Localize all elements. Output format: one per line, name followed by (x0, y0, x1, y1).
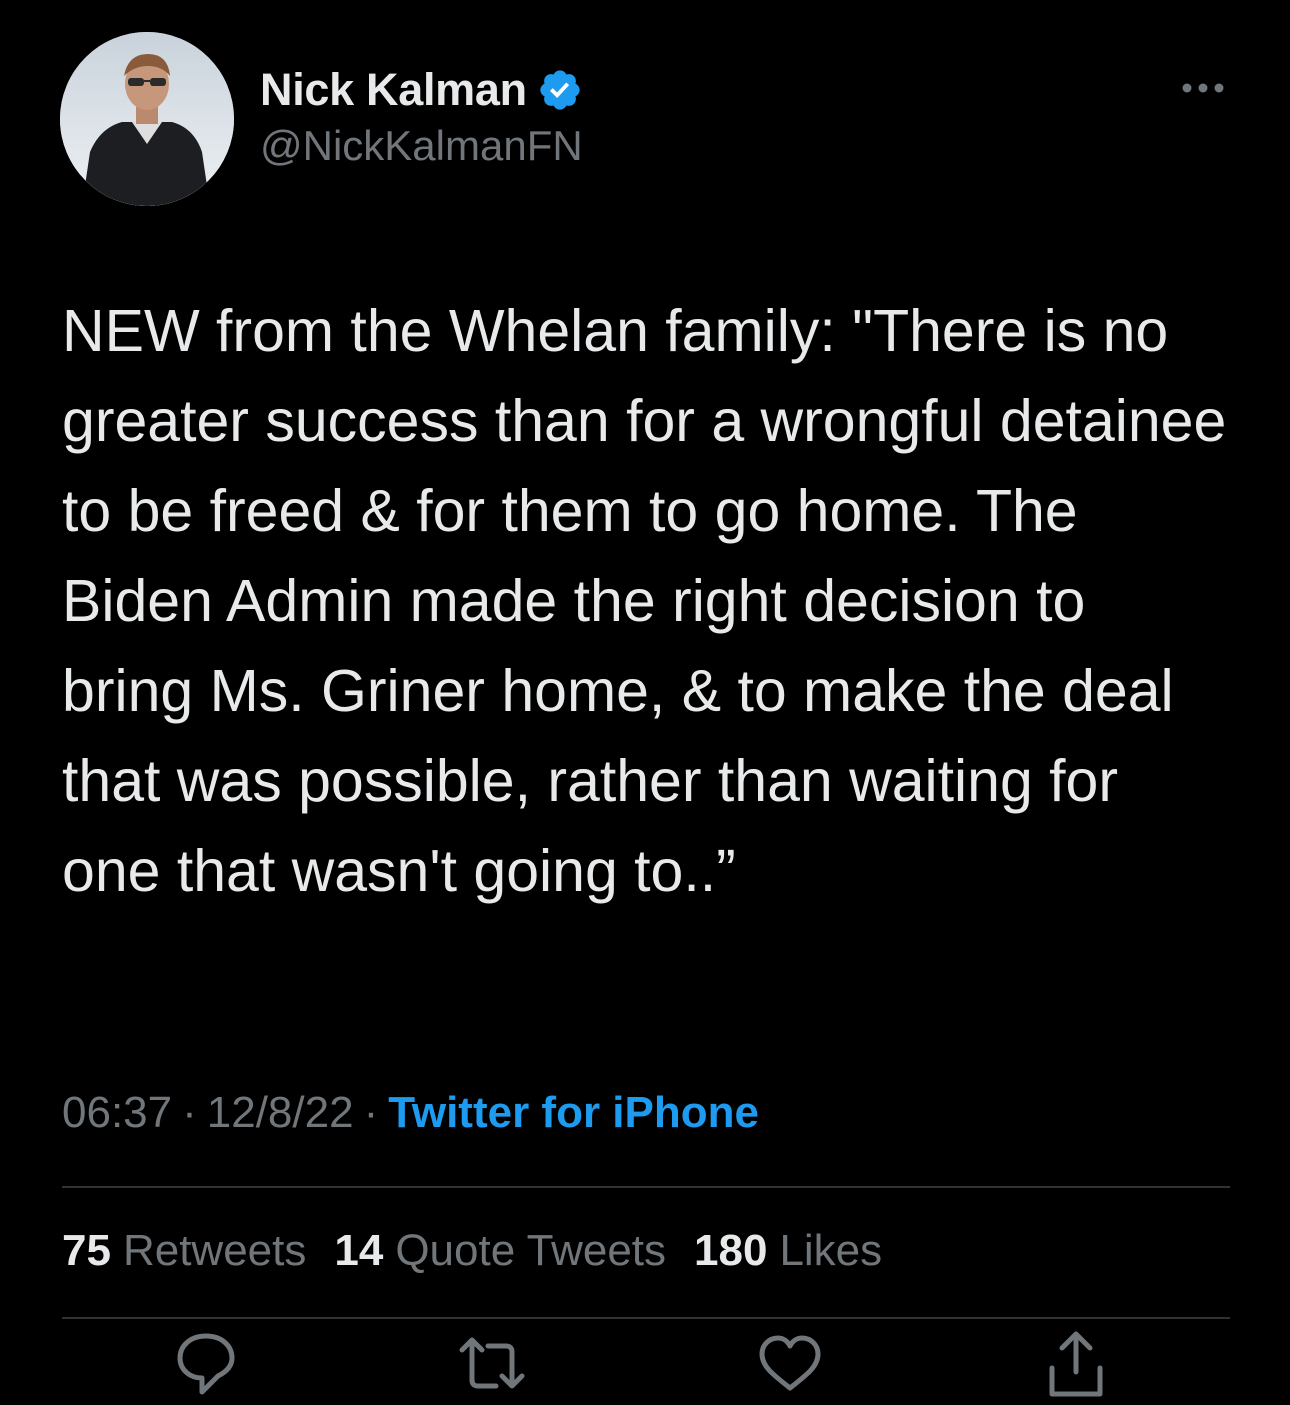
retweets-count: 75 (62, 1226, 111, 1275)
tweet-source-link[interactable]: Twitter for iPhone (388, 1088, 759, 1137)
quote-tweets-label: Quote Tweets (395, 1226, 667, 1275)
share-button[interactable] (1036, 1328, 1116, 1405)
meta-separator: · (363, 1088, 379, 1137)
author-name-row[interactable]: Nick Kalman (260, 62, 583, 118)
tweet-time[interactable]: 06:37 (62, 1088, 172, 1137)
divider (62, 1317, 1230, 1319)
likes-stat[interactable]: 180 Likes (694, 1226, 882, 1276)
engagement-stats: 75 Retweets 14 Quote Tweets 180 Likes (62, 1226, 910, 1276)
reply-icon (177, 1333, 235, 1395)
verified-badge-icon (537, 67, 583, 113)
retweet-icon (459, 1337, 525, 1389)
author-name[interactable]: Nick Kalman (260, 64, 527, 116)
meta-separator: · (182, 1088, 197, 1137)
tweet-meta: 06:37 · 12/8/22 · Twitter for iPhone (62, 1088, 759, 1138)
tweet-detail: Nick Kalman @NickKalmanFN NEW from the W… (0, 0, 1290, 1405)
avatar[interactable] (60, 32, 234, 206)
like-icon (759, 1335, 821, 1391)
likes-count: 180 (694, 1226, 768, 1275)
reply-button[interactable] (166, 1328, 246, 1405)
author-handle[interactable]: @NickKalmanFN (260, 122, 583, 170)
likes-label: Likes (779, 1226, 883, 1275)
retweets-stat[interactable]: 75 Retweets (62, 1226, 306, 1276)
retweets-label: Retweets (122, 1226, 307, 1275)
more-options-icon[interactable] (1180, 76, 1226, 100)
divider (62, 1186, 1230, 1188)
quote-tweets-count: 14 (334, 1226, 384, 1275)
share-icon (1049, 1331, 1103, 1397)
tweet-date[interactable]: 12/8/22 (207, 1088, 354, 1137)
avatar-photo (60, 32, 234, 206)
quote-tweets-stat[interactable]: 14 Quote Tweets (334, 1226, 666, 1276)
like-button[interactable] (750, 1328, 830, 1405)
tweet-text: NEW from the Whelan family: "There is no… (62, 298, 1243, 904)
retweet-button[interactable] (452, 1328, 532, 1405)
